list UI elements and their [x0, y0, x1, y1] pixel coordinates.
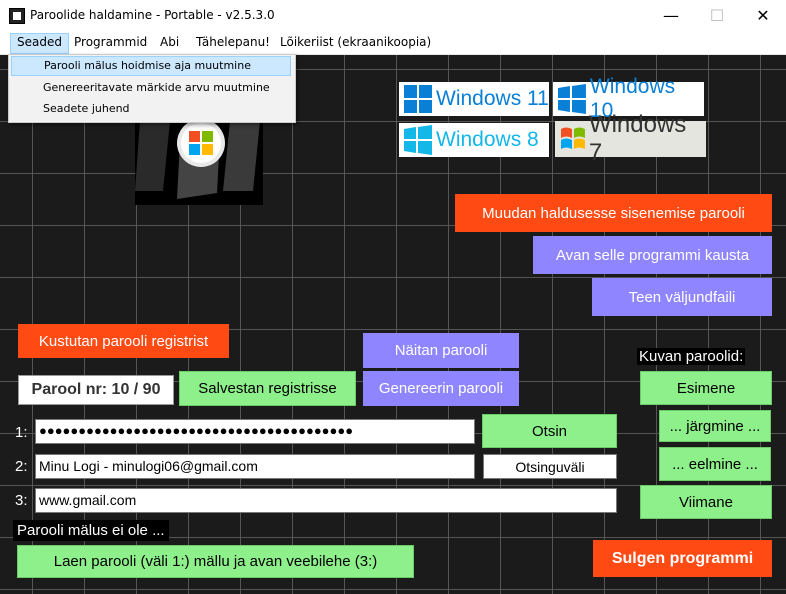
menu-option-settings-guide[interactable]: Seadete juhend [11, 99, 291, 119]
next-button[interactable]: ... järgmine ... [659, 410, 771, 442]
password-field[interactable]: ●●●●●●●●●●●●●●●●●●●●●●●●●●●●●●●●●●●●●●●● [35, 419, 475, 444]
close-button[interactable]: ✕ [740, 0, 786, 31]
last-button[interactable]: Viimane [640, 485, 772, 519]
windows-8-text: Windows 8 [436, 128, 539, 151]
memory-status-label: Parooli mälus ei ole ... [13, 520, 169, 541]
field-1-label: 1: [15, 424, 28, 441]
menu-tahelepanu[interactable]: Tähelepanu! [190, 33, 276, 52]
password-number-indicator: Parool nr: 10 / 90 [18, 375, 174, 405]
windows-11-logo: Windows 11 [399, 82, 549, 116]
load-password-open-webpage-button[interactable]: Laen parooli (väli 1:) mällu ja avan vee… [17, 545, 414, 578]
menu-programmid[interactable]: Programmid [68, 33, 153, 52]
windows-7-text: Windows 7 [588, 111, 687, 166]
make-output-file-button[interactable]: Teen väljundfaili [592, 278, 772, 316]
menu-seaded[interactable]: Seaded [10, 33, 69, 54]
username-field[interactable]: Minu Logi - minulogi06@gmail.com [35, 454, 475, 479]
title-bar: Paroolide haldamine - Portable - v2.5.3.… [0, 0, 786, 31]
search-field[interactable]: Otsinguväli [483, 454, 617, 479]
menu-option-char-count[interactable]: Genereeritavate märkide arvu muutmine [11, 78, 291, 98]
delete-from-registry-button[interactable]: Kustutan parooli registrist [18, 324, 229, 358]
search-button[interactable]: Otsin [482, 414, 617, 448]
maximize-button[interactable]: ☐ [694, 0, 740, 31]
show-passwords-label: Kuvan paroolid: [637, 348, 746, 365]
windows-7-logo: Windows 7 [555, 111, 706, 166]
minimize-button[interactable]: — [648, 0, 694, 31]
url-field[interactable]: www.gmail.com [35, 488, 617, 513]
open-folder-button[interactable]: Avan selle programmi kausta [533, 236, 772, 274]
close-program-button[interactable]: Sulgen programmi [593, 540, 772, 577]
menu-loikeriist[interactable]: Lõikeriist (ekraanikoopia) [274, 33, 437, 52]
window-title: Paroolide haldamine - Portable - v2.5.3.… [30, 8, 275, 22]
first-button[interactable]: Esimene [640, 371, 772, 405]
show-password-button[interactable]: Näitan parooli [363, 333, 519, 368]
generate-password-button[interactable]: Genereerin parooli [363, 371, 519, 406]
change-password-button[interactable]: Muudan haldusesse sisenemise parooli [455, 194, 772, 232]
save-to-registry-button[interactable]: Salvestan registrisse [179, 371, 356, 406]
windows-8-icon [404, 125, 432, 155]
menu-abi[interactable]: Abi [154, 33, 185, 52]
previous-button[interactable]: ... eelmine ... [659, 447, 771, 481]
field-3-label: 3: [15, 492, 28, 509]
field-2-label: 2: [15, 458, 28, 475]
menu-bar: Seaded Programmid Abi Tähelepanu! Lõiker… [0, 31, 786, 55]
settings-dropdown: Parooli mälus hoidmise aja muutmine Gene… [8, 54, 296, 123]
windows-11-text: Windows 11 [436, 87, 549, 110]
windows-10-icon [557, 84, 586, 114]
app-icon [9, 8, 25, 24]
windows-7-icon [560, 127, 585, 149]
windows-8-logo: Windows 8 [399, 123, 549, 157]
windows-11-icon [404, 85, 432, 113]
windows-flag-logo [135, 119, 263, 205]
menu-option-memory-time[interactable]: Parooli mälus hoidmise aja muutmine [11, 56, 291, 76]
